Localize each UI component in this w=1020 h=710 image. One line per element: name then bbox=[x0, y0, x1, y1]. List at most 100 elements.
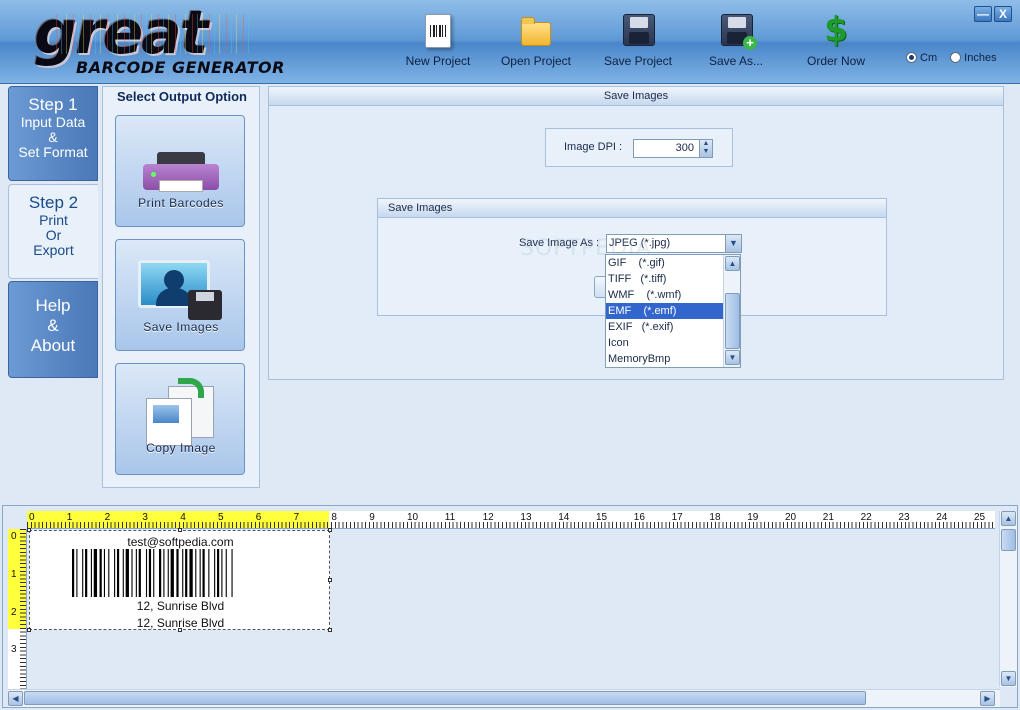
resize-handle[interactable] bbox=[27, 628, 31, 632]
barcode-bar bbox=[202, 549, 205, 597]
ruler-number: 25 bbox=[974, 512, 986, 523]
scroll-down-icon[interactable]: ▼ bbox=[1001, 671, 1016, 686]
barcode-bar bbox=[208, 549, 210, 597]
scroll-up-icon[interactable]: ▲ bbox=[725, 256, 740, 271]
barcode-label[interactable]: test@softpedia.com 12, Sunrise Blvd 12, … bbox=[27, 528, 332, 632]
ruler-number: 7 bbox=[293, 512, 300, 523]
ruler-number: 0 bbox=[11, 531, 17, 542]
resize-handle[interactable] bbox=[178, 528, 182, 532]
barcode-bar bbox=[116, 549, 120, 597]
vertical-ruler: 0 1 2 3 bbox=[8, 529, 27, 689]
canvas-vertical-scrollbar[interactable]: ▲ ▼ bbox=[999, 511, 1017, 687]
minimize-button[interactable]: — bbox=[974, 6, 992, 22]
format-option-exif[interactable]: EXIF (*.exif) bbox=[606, 319, 723, 335]
barcode-bar bbox=[131, 549, 133, 597]
format-option-emf[interactable]: EMF (*.emf) bbox=[606, 303, 723, 319]
barcode-bar bbox=[221, 549, 223, 597]
canvas-horizontal-scrollbar[interactable]: ◀ ▶ bbox=[8, 689, 1000, 707]
format-option-icon[interactable]: Icon bbox=[606, 335, 723, 351]
format-option-gif[interactable]: GIF (*.gif) bbox=[606, 255, 723, 271]
radio-unchecked-icon bbox=[950, 52, 962, 63]
barcode-bar bbox=[99, 549, 102, 597]
dpi-spinner[interactable]: ▲ ▼ bbox=[699, 140, 712, 157]
resize-handle[interactable] bbox=[328, 628, 332, 632]
ruler-number: 15 bbox=[596, 512, 608, 523]
design-canvas[interactable]: 0 1 2 3 4 5 6 7 8 9 10 11 12 13 14 15 16 17 18 19 20 21 22 23 24… bbox=[2, 505, 1018, 708]
resize-handle[interactable] bbox=[328, 528, 332, 532]
format-option-wmf[interactable]: WMF (*.wmf) bbox=[606, 287, 723, 303]
ruler-number: 22 bbox=[860, 512, 872, 523]
barcode-bar bbox=[153, 549, 155, 597]
step-1-tab[interactable]: Step 1 Input Data & Set Format bbox=[8, 86, 98, 181]
ruler-number: 9 bbox=[369, 512, 375, 523]
save-project-button[interactable]: Save Project bbox=[600, 12, 676, 72]
format-option-tiff[interactable]: TIFF (*.tiff) bbox=[606, 271, 723, 287]
new-project-button[interactable]: New Project bbox=[400, 12, 476, 72]
help-about-tab[interactable]: Help & About bbox=[8, 281, 98, 378]
save-as-button[interactable]: + Save As... bbox=[704, 12, 768, 72]
ruler-number: 18 bbox=[709, 512, 721, 523]
copy-image-button[interactable]: Copy Image bbox=[115, 363, 245, 475]
units-selector: Cm Inches bbox=[906, 52, 1007, 64]
close-button[interactable]: X bbox=[994, 6, 1012, 22]
barcode-bar bbox=[76, 549, 78, 597]
ruler-number: 2 bbox=[11, 606, 17, 618]
barcode-bar bbox=[225, 549, 227, 597]
order-now-button[interactable]: $ Order Now bbox=[804, 12, 868, 72]
barcode-bar bbox=[159, 549, 162, 597]
barcode-bar bbox=[122, 549, 124, 597]
ruler-number: 5 bbox=[218, 512, 224, 523]
label-top-text: test@softpedia.com bbox=[127, 535, 234, 549]
ruler-number: 12 bbox=[482, 512, 494, 523]
step-2-tab[interactable]: Step 2 Print Or Export bbox=[8, 184, 98, 279]
barcode-bar bbox=[214, 549, 216, 597]
ruler-number: 16 bbox=[633, 512, 645, 523]
resize-handle[interactable] bbox=[178, 628, 182, 632]
barcode-bar bbox=[182, 549, 184, 597]
save-as-label: Save Image As : bbox=[519, 237, 600, 249]
scroll-right-icon[interactable]: ▶ bbox=[980, 691, 995, 706]
floppy-disk-icon bbox=[621, 12, 655, 48]
barcode-bar bbox=[185, 549, 188, 597]
order-now-label: Order Now bbox=[806, 54, 865, 68]
barcode-bar bbox=[195, 549, 197, 597]
open-project-button[interactable]: Open Project bbox=[496, 12, 576, 72]
unit-cm-radio[interactable]: Cm bbox=[906, 52, 937, 64]
barcode-bar bbox=[231, 549, 233, 597]
resize-handle[interactable] bbox=[27, 528, 31, 532]
output-options-panel: Select Output Option Print Barcodes Save… bbox=[102, 86, 260, 488]
ruler-number: 10 bbox=[407, 512, 419, 523]
ruler-number: 3 bbox=[142, 512, 148, 523]
ruler-number: 8 bbox=[331, 512, 337, 523]
scroll-up-icon[interactable]: ▲ bbox=[1001, 511, 1016, 526]
barcode-bar bbox=[163, 549, 165, 597]
format-option-memorybmp[interactable]: MemoryBmp bbox=[606, 351, 723, 367]
save-format-group-title: Save Images bbox=[378, 199, 886, 218]
dpi-label: Image DPI : bbox=[564, 141, 623, 153]
dropdown-scroll-thumb[interactable] bbox=[725, 293, 740, 349]
print-barcodes-button[interactable]: Print Barcodes bbox=[115, 115, 245, 227]
scroll-left-icon[interactable]: ◀ bbox=[8, 691, 23, 706]
open-folder-icon bbox=[519, 12, 553, 48]
save-images-panel-title: Save Images bbox=[269, 87, 1003, 106]
barcode-bar bbox=[93, 549, 98, 597]
resize-handle[interactable] bbox=[328, 578, 332, 582]
dropdown-scrollbar[interactable]: ▲ ▼ bbox=[723, 255, 740, 367]
barcode-bar bbox=[82, 549, 84, 597]
horizontal-scroll-thumb[interactable] bbox=[24, 691, 866, 705]
image-format-select[interactable]: JPEG (*.jpg) ▼ bbox=[606, 234, 742, 253]
barcode-bar bbox=[138, 549, 141, 597]
save-images-button[interactable]: Save Images bbox=[115, 239, 245, 351]
chevron-down-icon[interactable]: ▼ bbox=[725, 235, 741, 252]
barcode-graphic bbox=[72, 549, 233, 597]
ruler-number: 6 bbox=[255, 512, 262, 523]
scroll-down-icon[interactable]: ▼ bbox=[725, 350, 740, 365]
ruler-number: 20 bbox=[785, 512, 797, 523]
barcode-bar bbox=[145, 549, 148, 597]
ruler-number: 23 bbox=[898, 512, 910, 523]
barcode-bar bbox=[103, 549, 105, 597]
barcode-bar bbox=[114, 549, 116, 597]
unit-inches-radio[interactable]: Inches bbox=[950, 52, 997, 64]
vertical-scroll-thumb[interactable] bbox=[1001, 529, 1016, 551]
ruler-number: 13 bbox=[520, 512, 532, 523]
